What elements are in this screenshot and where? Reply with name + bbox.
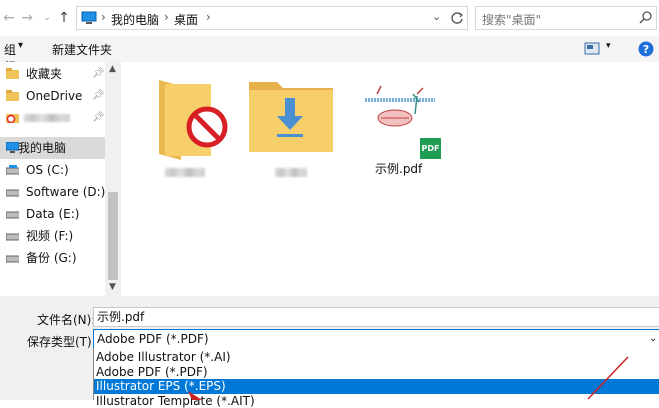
sidebar-item-label: OS (C:): [26, 159, 69, 181]
sidebar-item-drive-c[interactable]: OS (C:): [0, 159, 105, 181]
help-icon[interactable]: ?: [638, 41, 654, 57]
breadcrumb-mycomputer[interactable]: 我的电脑: [111, 11, 159, 28]
pin-icon[interactable]: 📌︎: [92, 107, 105, 129]
scroll-up-icon[interactable]: ▲: [109, 64, 116, 74]
address-dropdown-icon[interactable]: ⌄: [432, 10, 441, 23]
drive-icon: [6, 186, 19, 197]
sidebar-item-blurred[interactable]: 📌︎: [0, 107, 105, 129]
navigation-pane: 收藏夹 📌︎ OneDrive 📌︎ 📌︎ 我的电脑 OS (C:) Softw…: [0, 62, 121, 296]
view-dropdown-icon[interactable]: ▾: [606, 41, 611, 51]
scroll-down-icon[interactable]: ▼: [109, 282, 116, 292]
breadcrumb-desktop[interactable]: 桌面: [174, 11, 198, 28]
sidebar-item-label: 视频 (F:): [26, 225, 73, 247]
chevron-down-icon[interactable]: ⌄: [649, 330, 657, 348]
scrollbar-thumb[interactable]: [108, 192, 118, 280]
recent-dropdown-icon[interactable]: ⌄: [38, 9, 56, 27]
drive-icon: [6, 230, 19, 241]
blurred-filename: [275, 168, 307, 177]
svg-text:?: ?: [643, 43, 649, 56]
sidebar-item-onedrive[interactable]: OneDrive 📌︎: [0, 85, 105, 107]
back-icon[interactable]: ←: [0, 9, 18, 27]
organize-dropdown-icon[interactable]: ▾: [18, 40, 23, 51]
chevron-right-icon: ›: [101, 10, 106, 24]
file-item[interactable]: [151, 76, 231, 188]
pin-icon[interactable]: 📌︎: [92, 63, 105, 85]
filetype-label: 保存类型(T):: [27, 333, 96, 350]
file-item-pdf[interactable]: PDF 示例.pdf: [357, 76, 447, 188]
pdf-badge: PDF: [420, 138, 441, 159]
address-bar-row: ← → ⌄ ↑ › 我的电脑 › 桌面 › ⌄ 搜索"桌面": [0, 0, 659, 36]
navigation-scrollbar[interactable]: ▲ ▼: [105, 62, 121, 296]
computer-icon: [81, 11, 97, 25]
drive-icon: [6, 208, 19, 219]
filename-value: 示例.pdf: [97, 310, 144, 324]
drive-icon: [6, 164, 19, 175]
sidebar-item-label: OneDrive: [26, 85, 82, 107]
address-bar[interactable]: › 我的电脑 › 桌面 › ⌄: [76, 6, 468, 30]
file-list: PDF 示例.pdf: [121, 62, 659, 296]
sidebar-item-drive-g[interactable]: 备份 (G:): [0, 247, 105, 269]
chevron-right-icon: ›: [206, 10, 211, 24]
sidebar-item-drive-e[interactable]: Data (E:): [0, 203, 105, 225]
refresh-icon[interactable]: [450, 11, 464, 25]
search-placeholder: 搜索"桌面": [482, 11, 541, 28]
sidebar-item-drive-d[interactable]: Software (D:): [0, 181, 105, 203]
restricted-folder-icon: [6, 112, 19, 123]
sidebar-item-favorites[interactable]: 收藏夹 📌︎: [0, 63, 105, 85]
sidebar-item-label: 收藏夹: [26, 63, 62, 85]
blurred-filename: [165, 168, 205, 177]
search-icon: [639, 11, 653, 25]
folder-icon: [6, 90, 19, 101]
sidebar-item-mycomputer[interactable]: 我的电脑: [0, 137, 105, 159]
new-folder-button[interactable]: 新建文件夹: [52, 41, 112, 58]
downloads-folder-icon: [247, 76, 335, 156]
up-icon[interactable]: ↑: [55, 9, 73, 27]
sidebar-item-label: 我的电脑: [18, 137, 66, 159]
restricted-folder-icon: [155, 76, 235, 162]
annotation-arrow-icon: [180, 355, 640, 400]
sidebar-item-label: Software (D:): [26, 181, 105, 203]
drive-icon: [6, 252, 19, 263]
blurred-label: [24, 114, 70, 122]
toolbar: 组织 ▾ 新建文件夹 ▾ ?: [0, 36, 659, 62]
filename-label: 文件名(N):: [37, 311, 95, 328]
sidebar-item-drive-f[interactable]: 视频 (F:): [0, 225, 105, 247]
view-options-icon[interactable]: [584, 42, 600, 55]
file-name: 示例.pdf: [375, 160, 422, 177]
filetype-select[interactable]: Adobe PDF (*.PDF) ⌄: [93, 329, 659, 349]
pin-icon[interactable]: 📌︎: [92, 85, 105, 107]
filetype-value: Adobe PDF (*.PDF): [97, 332, 209, 346]
folder-icon: [6, 68, 19, 79]
filename-field[interactable]: 示例.pdf: [93, 307, 659, 327]
sidebar-item-label: 备份 (G:): [26, 247, 77, 269]
sidebar-item-label: Data (E:): [26, 203, 79, 225]
file-item[interactable]: [247, 76, 335, 188]
chevron-right-icon: ›: [164, 10, 169, 24]
search-input[interactable]: 搜索"桌面": [475, 6, 657, 30]
forward-icon[interactable]: →: [18, 9, 36, 27]
